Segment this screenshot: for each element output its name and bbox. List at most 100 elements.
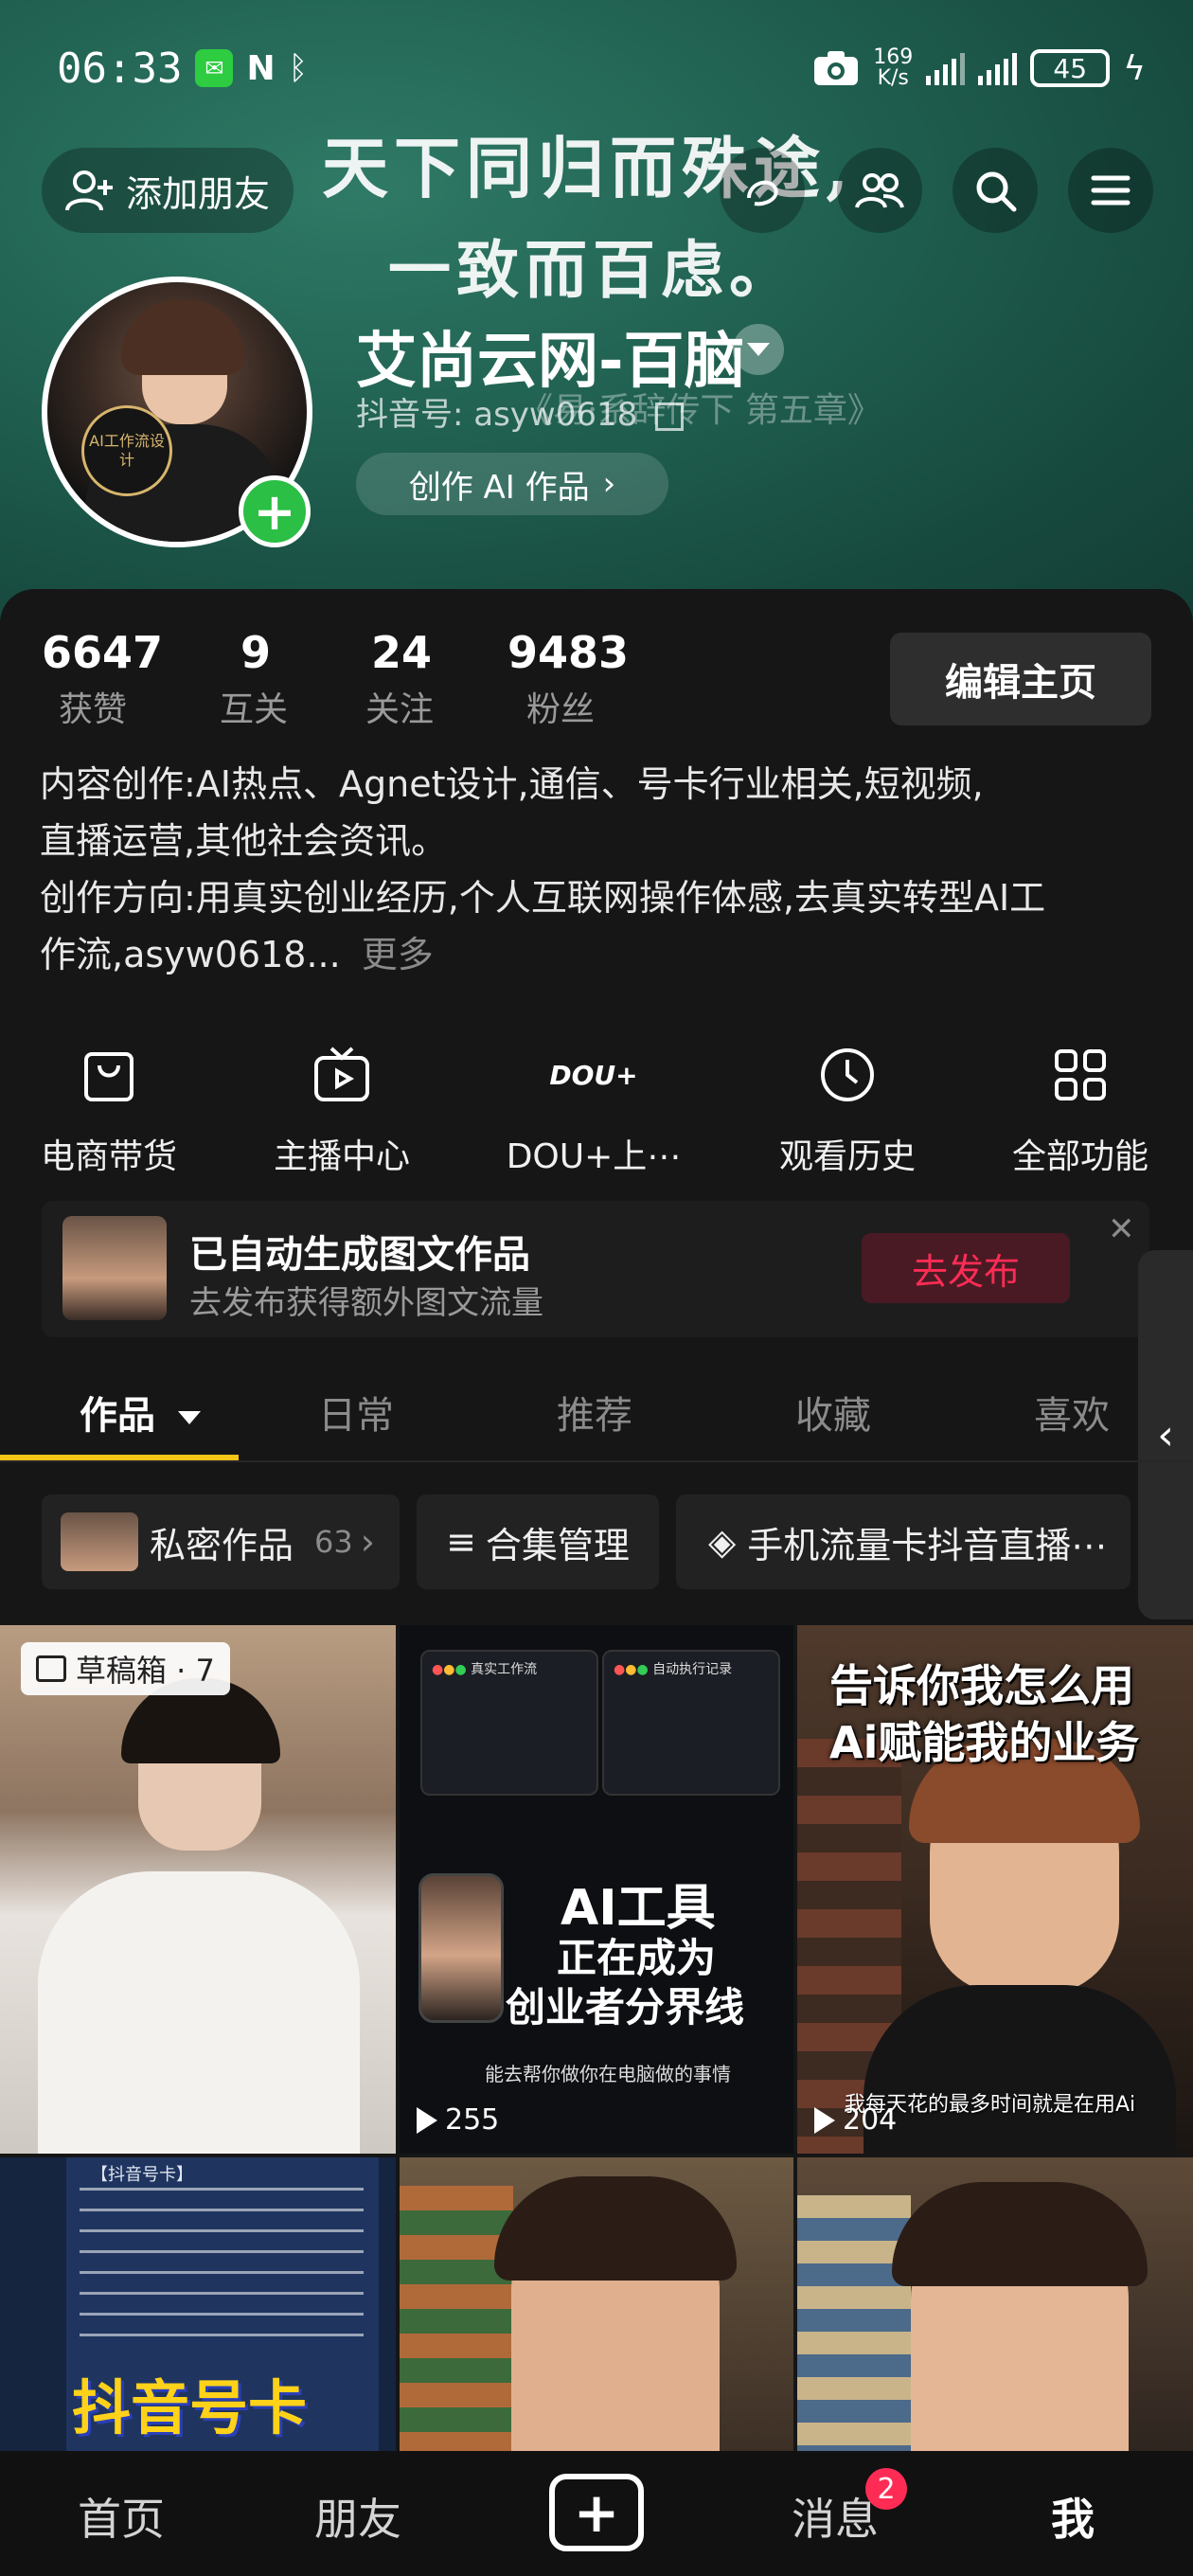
play-icon	[814, 2106, 835, 2134]
create-button[interactable]: +	[549, 2474, 644, 2551]
function-ecommerce[interactable]: 电商带货	[19, 1042, 199, 1178]
footprint-icon	[747, 180, 778, 206]
network-speed: 169 K/s	[873, 45, 914, 90]
play-count: 204	[814, 2103, 897, 2137]
plus-icon: +	[573, 2480, 620, 2545]
search-button[interactable]	[953, 148, 1038, 233]
edit-profile-button[interactable]: 编辑主页	[890, 633, 1151, 725]
topic-collection-chip[interactable]: ◈ 手机流量卡抖音直播⋯	[676, 1494, 1131, 1589]
video-thumb-douyin-card[interactable]: 【抖音号卡】 抖音号卡	[0, 2157, 396, 2451]
notice-title: 已自动生成图文作品	[189, 1233, 530, 1277]
people-icon	[855, 173, 904, 208]
wechat-icon: ✉	[195, 49, 234, 87]
stat-followers-label[interactable]: 粉丝	[526, 682, 595, 731]
v3-title-2: Ai赋能我的业务	[829, 1717, 1140, 1768]
tab-recommend[interactable]: 推荐	[557, 1385, 632, 1440]
friends-button[interactable]	[837, 148, 922, 233]
side-drawer-handle[interactable]: ‹	[1138, 1250, 1193, 1619]
function-dou-plus[interactable]: DOU+ DOU+上⋯	[504, 1042, 684, 1178]
function-ecommerce-label: 电商带货	[40, 1137, 177, 1176]
function-watch-history[interactable]: 观看历史	[757, 1042, 937, 1178]
signal-1-icon	[926, 51, 966, 85]
stat-following-label[interactable]: 关注	[365, 682, 434, 731]
video-thumb-draft[interactable]: 草稿箱 · 7	[0, 1625, 396, 2154]
bluetooth-icon: ᛒ	[288, 49, 308, 87]
create-ai-button[interactable]: 创作 AI 作品 ›	[356, 453, 668, 515]
close-icon[interactable]: ✕	[1108, 1210, 1135, 1248]
menu-button[interactable]	[1068, 148, 1153, 233]
chevron-down-icon	[747, 343, 770, 356]
camera-icon	[812, 49, 860, 87]
collection-manage-chip[interactable]: ≡ 合集管理	[417, 1494, 659, 1589]
bottom-navigation: 首页 朋友 + 消息 2 我	[0, 2451, 1193, 2576]
phone-inset	[418, 1873, 504, 2023]
shopping-bag-icon	[84, 1052, 134, 1101]
dou-plus-icon: DOU+	[549, 1059, 638, 1091]
screen-window-right: ●●● 自动执行记录	[602, 1650, 780, 1796]
caret-down-icon	[177, 1411, 201, 1424]
video-thumb-person-3[interactable]	[797, 2157, 1193, 2451]
grid-icon	[1055, 1049, 1106, 1100]
function-watch-history-label: 观看历史	[778, 1137, 916, 1176]
publish-label: 去发布	[911, 1250, 1020, 1293]
edit-profile-label: 编辑主页	[945, 661, 1096, 705]
create-ai-label: 创作 AI 作品	[408, 468, 590, 507]
battery-icon: 45	[1030, 49, 1111, 87]
auto-generated-notice-card[interactable]: 已自动生成图文作品 去发布获得额外图文流量 去发布 ✕	[42, 1201, 1149, 1337]
stat-mutual-label[interactable]: 互关	[220, 682, 288, 731]
bio-more-link[interactable]: 更多	[362, 934, 434, 975]
stat-likes-count: 6647	[42, 627, 164, 678]
add-story-plus-icon[interactable]: +	[239, 475, 311, 547]
collection-manage-label: 合集管理	[485, 1524, 630, 1566]
calligraphy-line-2: 一致而百虑。	[388, 233, 797, 307]
calligraphy-source: 《易·系辞传下 第五章》	[519, 391, 881, 430]
stat-likes-label: 获赞	[59, 690, 128, 729]
video-thumb-person-2[interactable]	[400, 2157, 793, 2451]
visitor-button[interactable]	[720, 148, 805, 233]
v2-caption: 能去帮你做你在电脑做的事情	[485, 2063, 731, 2085]
status-time: 06:33	[57, 44, 183, 93]
add-user-icon	[64, 169, 115, 212]
nav-home[interactable]: 首页	[78, 2485, 165, 2548]
add-friend-label: 添加朋友	[125, 172, 270, 215]
nfc-icon: N	[246, 48, 276, 88]
video-thumb-ai-business[interactable]: 告诉你我怎么用 Ai赋能我的业务 我每天花的最多时间就是在用Ai 204	[797, 1625, 1193, 2154]
play-count: 255	[417, 2103, 499, 2137]
stat-followers-count[interactable]: 9483	[507, 627, 629, 678]
function-streamer-label: 主播中心	[273, 1137, 410, 1176]
notice-subtitle: 去发布获得额外图文流量	[189, 1284, 543, 1322]
nav-friends[interactable]: 朋友	[314, 2485, 401, 2548]
tabs-divider	[0, 1460, 1193, 1462]
tab-favorites[interactable]: 收藏	[795, 1385, 871, 1440]
chevron-right-icon: ›	[602, 465, 616, 503]
function-streamer-center[interactable]: 主播中心	[252, 1042, 432, 1178]
chevron-left-icon: ‹	[1157, 1410, 1174, 1459]
nav-me[interactable]: 我	[1051, 2485, 1095, 2548]
add-friend-button[interactable]: 添加朋友	[42, 148, 294, 233]
layers-icon: ◈	[708, 1521, 737, 1563]
profile-switch-button[interactable]	[733, 324, 784, 375]
chevron-right-icon: ›	[360, 1521, 375, 1563]
v4-heading: 【抖音号卡】	[91, 2165, 193, 2185]
status-bar: 06:33 ✉ N ᛒ 169 K/s 45 ϟ	[57, 38, 1146, 98]
private-works-label: 私密作品	[150, 1524, 294, 1566]
v4-big-title: 抖音号卡	[72, 2373, 308, 2442]
bio-line-2: 直播运营,其他社会资讯。	[40, 820, 448, 862]
notice-thumbnail	[62, 1216, 167, 1320]
stat-following-count[interactable]: 24	[371, 627, 432, 678]
function-all-features-label: 全部功能	[1011, 1137, 1148, 1176]
private-works-chip[interactable]: 私密作品 63 ›	[42, 1494, 400, 1589]
video-thumb-ai-tools[interactable]: ●●● 真实工作流 ●●● 自动执行记录 AI工具 正在成为 创业者分界线 能去…	[400, 1625, 793, 2154]
publish-button[interactable]: 去发布	[862, 1233, 1070, 1303]
play-icon	[417, 2106, 437, 2134]
stat-mutual-count[interactable]: 9	[240, 627, 271, 678]
tab-likes[interactable]: 喜欢	[1034, 1385, 1110, 1440]
draft-box-label[interactable]: 草稿箱 · 7	[21, 1642, 230, 1695]
draft-box-icon	[36, 1655, 66, 1682]
tab-works[interactable]: 作品	[80, 1385, 201, 1440]
search-icon	[976, 171, 1017, 212]
tab-daily[interactable]: 日常	[318, 1385, 394, 1440]
topic-collection-label: 手机流量卡抖音直播⋯	[747, 1524, 1108, 1566]
function-all-features[interactable]: 全部功能	[990, 1042, 1170, 1178]
v3-title-1: 告诉你我怎么用	[829, 1660, 1134, 1711]
